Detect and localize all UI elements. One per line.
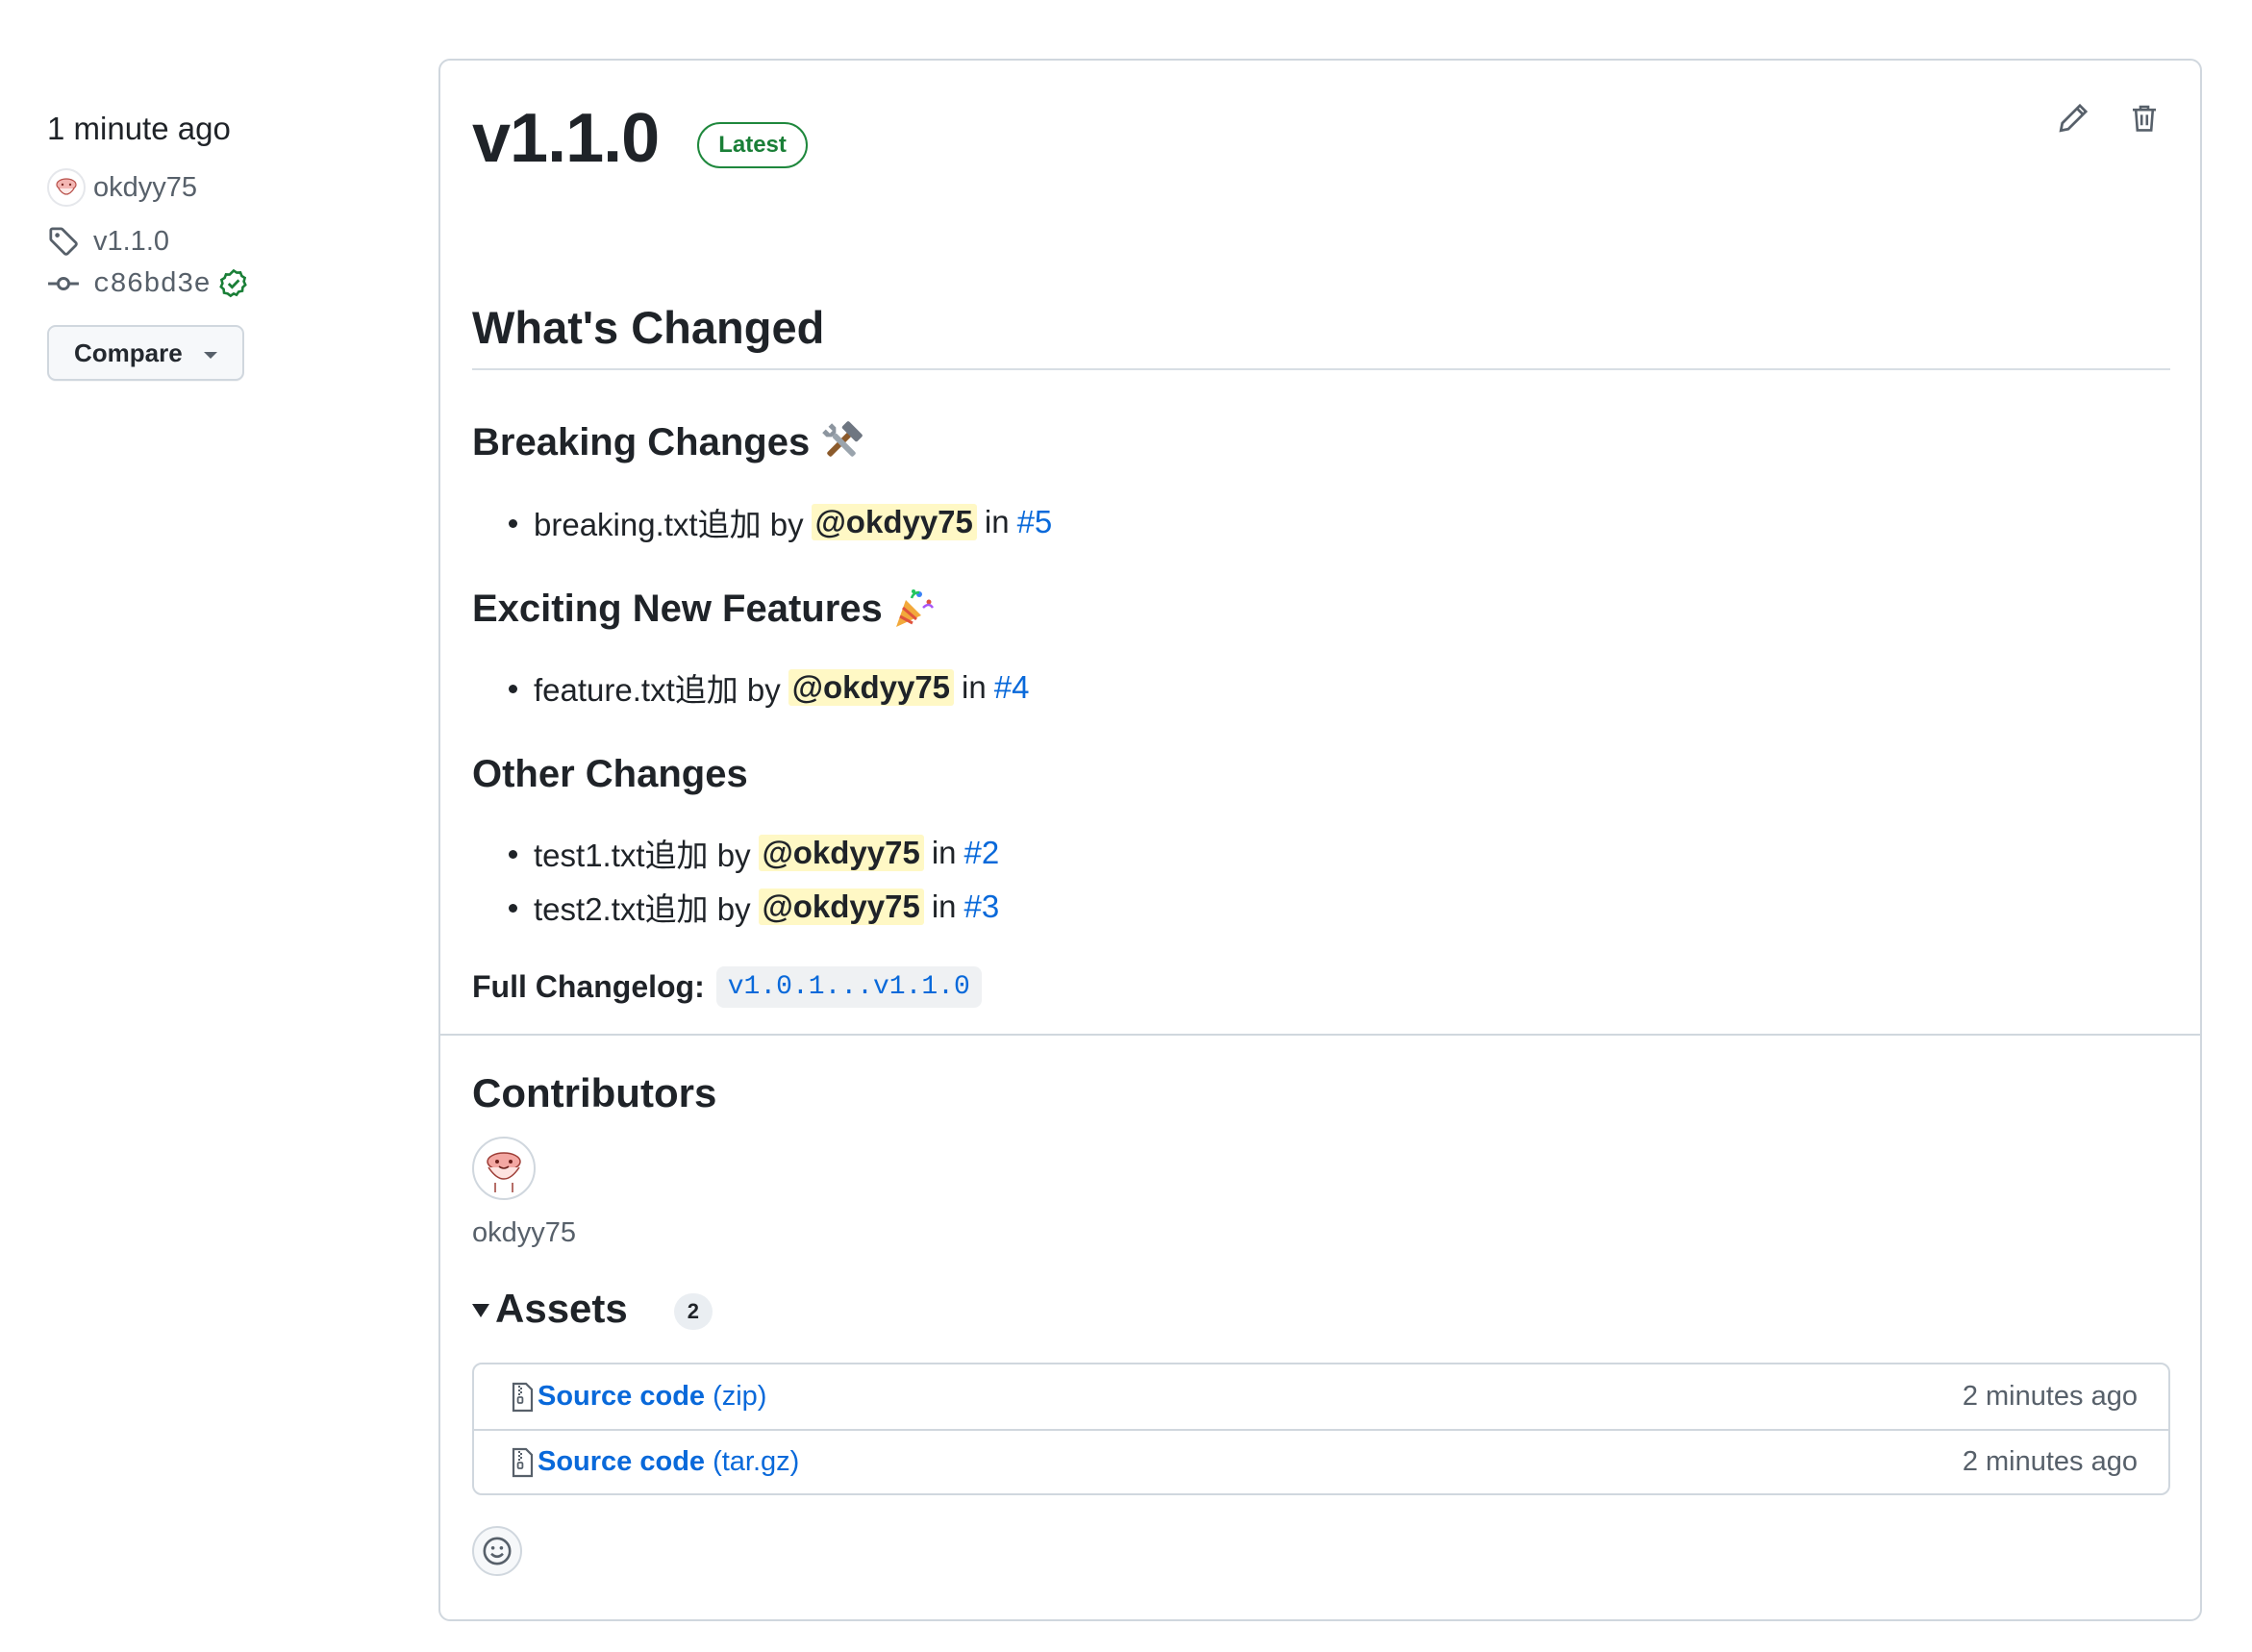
asset-kind: (zip) — [713, 1381, 767, 1413]
section-heading-features: Exciting New Features — [472, 586, 2170, 632]
contributor-name[interactable]: okdyy75 — [472, 1217, 2170, 1249]
release-title[interactable]: v1.1.0 — [472, 99, 660, 178]
party-popper-icon — [890, 587, 935, 631]
user-mention[interactable]: @okdyy75 — [811, 504, 977, 541]
chevron-down-icon — [203, 351, 217, 359]
add-reaction-button[interactable] — [472, 1526, 522, 1577]
smiley-icon — [482, 1536, 513, 1566]
item-in: in — [984, 504, 1010, 540]
pr-link[interactable]: #3 — [964, 889, 1000, 925]
release-time[interactable]: 1 minute ago — [47, 104, 393, 154]
item-text: test2.txt追加 by — [534, 891, 751, 928]
item-in: in — [962, 669, 987, 706]
contributor-avatar[interactable] — [472, 1137, 536, 1201]
asset-name: Source code — [538, 1446, 706, 1478]
user-mention[interactable]: @okdyy75 — [788, 669, 955, 707]
commit-sha[interactable]: c86bd3e — [93, 268, 211, 300]
asset-download-link[interactable]: Source code (zip) — [509, 1381, 766, 1413]
list-item: test1.txt追加 by @okdyy75 in #2 — [472, 826, 2170, 880]
trash-icon[interactable] — [2127, 99, 2162, 138]
file-zip-icon — [509, 1447, 536, 1478]
file-zip-icon — [509, 1382, 536, 1413]
tag-name[interactable]: v1.1.0 — [93, 226, 169, 258]
edit-icon[interactable] — [2056, 99, 2090, 138]
user-mention[interactable]: @okdyy75 — [758, 889, 924, 926]
asset-kind: (tar.gz) — [713, 1446, 800, 1478]
author-avatar[interactable] — [47, 168, 86, 207]
item-text: feature.txt追加 by — [534, 672, 781, 709]
commit-icon — [47, 267, 93, 300]
breaking-list: breaking.txt追加 by @okdyy75 in #5 — [472, 495, 2170, 549]
assets-heading: Assets — [495, 1286, 628, 1332]
verified-icon[interactable] — [218, 268, 249, 299]
section-title: Breaking Changes — [472, 421, 811, 464]
asset-row: Source code (zip) 2 minutes ago — [474, 1364, 2168, 1429]
release-footer: Contributors okdyy75 Assets 2 Source cod… — [440, 1034, 2200, 1577]
item-in: in — [931, 835, 957, 871]
assets-count: 2 — [673, 1293, 713, 1331]
hammer-and-wrench-icon — [817, 418, 865, 466]
release-header: v1.1.0 Latest — [472, 99, 808, 178]
assets-toggle[interactable]: Assets 2 — [472, 1286, 2170, 1332]
tag-icon — [47, 225, 93, 258]
full-changelog-label: Full Changelog: — [472, 969, 705, 1005]
contributors-section: Contributors okdyy75 Assets 2 Source cod… — [472, 1069, 2170, 1577]
release-card: v1.1.0 Latest What's Changed Breaking Ch… — [438, 59, 2202, 1621]
author-name[interactable]: okdyy75 — [93, 172, 197, 204]
asset-row: Source code (tar.gz) 2 minutes ago — [474, 1429, 2168, 1493]
item-text: breaking.txt追加 by — [534, 507, 804, 543]
contributors-heading: Contributors — [472, 1070, 717, 1115]
pr-link[interactable]: #5 — [1017, 504, 1053, 540]
triangle-down-icon — [472, 1304, 489, 1318]
whats-changed-heading: What's Changed — [472, 301, 2170, 371]
release-notes: What's Changed Breaking Changes breaking… — [472, 301, 2170, 1009]
user-mention[interactable]: @okdyy75 — [758, 835, 924, 872]
asset-download-link[interactable]: Source code (tar.gz) — [509, 1446, 799, 1478]
asset-name: Source code — [538, 1381, 706, 1413]
release-body-section: v1.1.0 Latest What's Changed Breaking Ch… — [440, 61, 2200, 1034]
asset-time: 2 minutes ago — [1962, 1381, 2138, 1413]
section-heading-other: Other Changes — [472, 751, 2170, 797]
release-actions — [2056, 99, 2162, 138]
list-item: breaking.txt追加 by @okdyy75 in #5 — [472, 495, 2170, 549]
full-changelog: Full Changelog: v1.0.1...v1.1.0 — [472, 966, 2170, 1009]
list-item: feature.txt追加 by @okdyy75 in #4 — [472, 661, 2170, 714]
pr-link[interactable]: #2 — [964, 835, 1000, 871]
compare-button[interactable]: Compare — [47, 325, 244, 381]
pr-link[interactable]: #4 — [994, 669, 1030, 706]
section-title: Exciting New Features — [472, 588, 883, 631]
release-sidebar: 1 minute ago okdyy75 v1.1.0 c86bd3e Comp… — [47, 104, 393, 381]
compare-label: Compare — [74, 338, 183, 367]
section-heading-breaking: Breaking Changes — [472, 418, 2170, 466]
other-list: test1.txt追加 by @okdyy75 in #2 test2.txt追… — [472, 826, 2170, 934]
commit-link[interactable]: c86bd3e — [47, 262, 393, 306]
section-title: Other Changes — [472, 753, 748, 796]
assets-list: Source code (zip) 2 minutes ago Source c… — [472, 1363, 2170, 1496]
tag-link[interactable]: v1.1.0 — [47, 221, 393, 262]
list-item: test2.txt追加 by @okdyy75 in #3 — [472, 880, 2170, 934]
features-list: feature.txt追加 by @okdyy75 in #4 — [472, 661, 2170, 714]
item-text: test1.txt追加 by — [534, 838, 751, 874]
asset-time: 2 minutes ago — [1962, 1446, 2138, 1478]
item-in: in — [931, 889, 957, 925]
author-link[interactable]: okdyy75 — [47, 163, 393, 212]
latest-badge: Latest — [697, 122, 808, 168]
compare-link[interactable]: v1.0.1...v1.1.0 — [715, 966, 982, 1009]
